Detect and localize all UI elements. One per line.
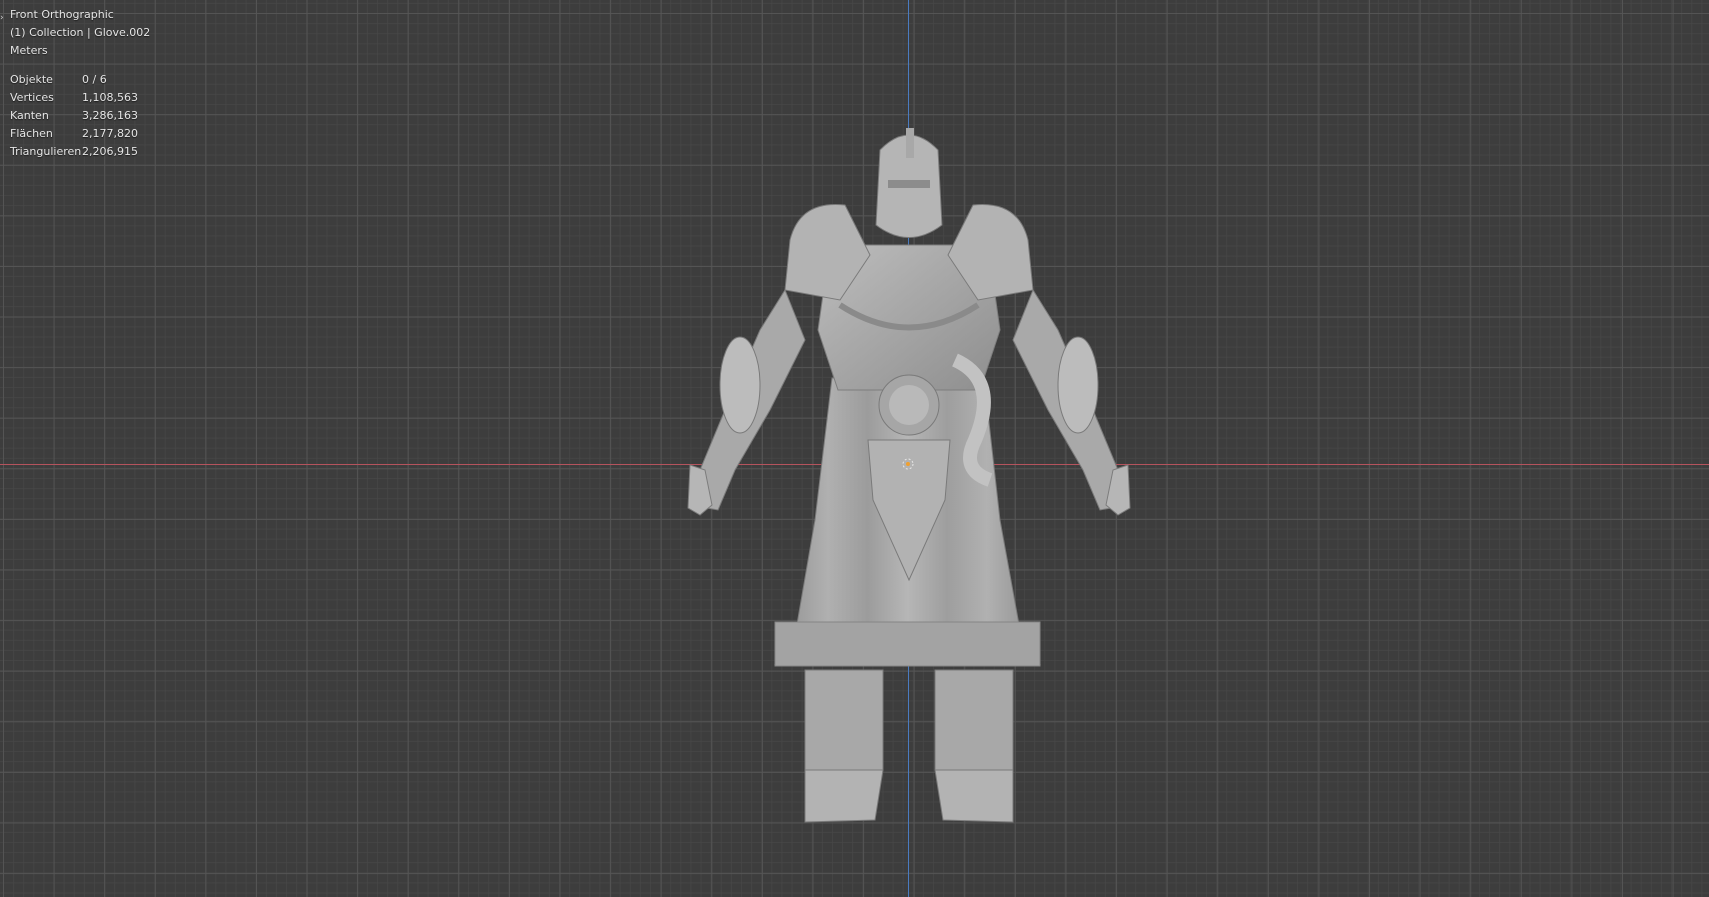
stat-row: Triangulieren 2,206,915 <box>10 143 150 161</box>
3d-cursor-icon <box>902 458 914 470</box>
stat-value: 2,206,915 <box>82 145 138 158</box>
chevron-right-icon[interactable]: › <box>0 13 4 23</box>
stat-label: Kanten <box>10 109 49 122</box>
collection-line: (1) Collection | Glove.002 <box>10 26 151 39</box>
stat-value: 1,108,563 <box>82 91 138 104</box>
units-label: Meters <box>10 44 48 57</box>
stat-label: Objekte <box>10 73 53 86</box>
3d-viewport[interactable]: › Front Orthographic (1) Collection | Gl… <box>0 0 1709 897</box>
stat-row: Kanten 3,286,163 <box>10 107 150 125</box>
view-name: Front Orthographic <box>10 8 114 21</box>
stat-value: 3,286,163 <box>82 109 138 122</box>
stat-row: Flächen 2,177,820 <box>10 125 150 143</box>
knight-model[interactable] <box>0 0 1709 897</box>
stat-row: Vertices 1,108,563 <box>10 89 150 107</box>
stat-label: Vertices <box>10 91 54 104</box>
viewport-info-overlay: Front Orthographic (1) Collection | Glov… <box>10 6 150 161</box>
stat-value: 0 / 6 <box>82 73 107 86</box>
stat-value: 2,177,820 <box>82 127 138 140</box>
stat-label: Triangulieren <box>10 145 82 158</box>
stat-row: Objekte 0 / 6 <box>10 71 150 89</box>
stat-label: Flächen <box>10 127 53 140</box>
scene-statistics: Objekte 0 / 6 Vertices 1,108,563 Kanten … <box>10 71 150 161</box>
